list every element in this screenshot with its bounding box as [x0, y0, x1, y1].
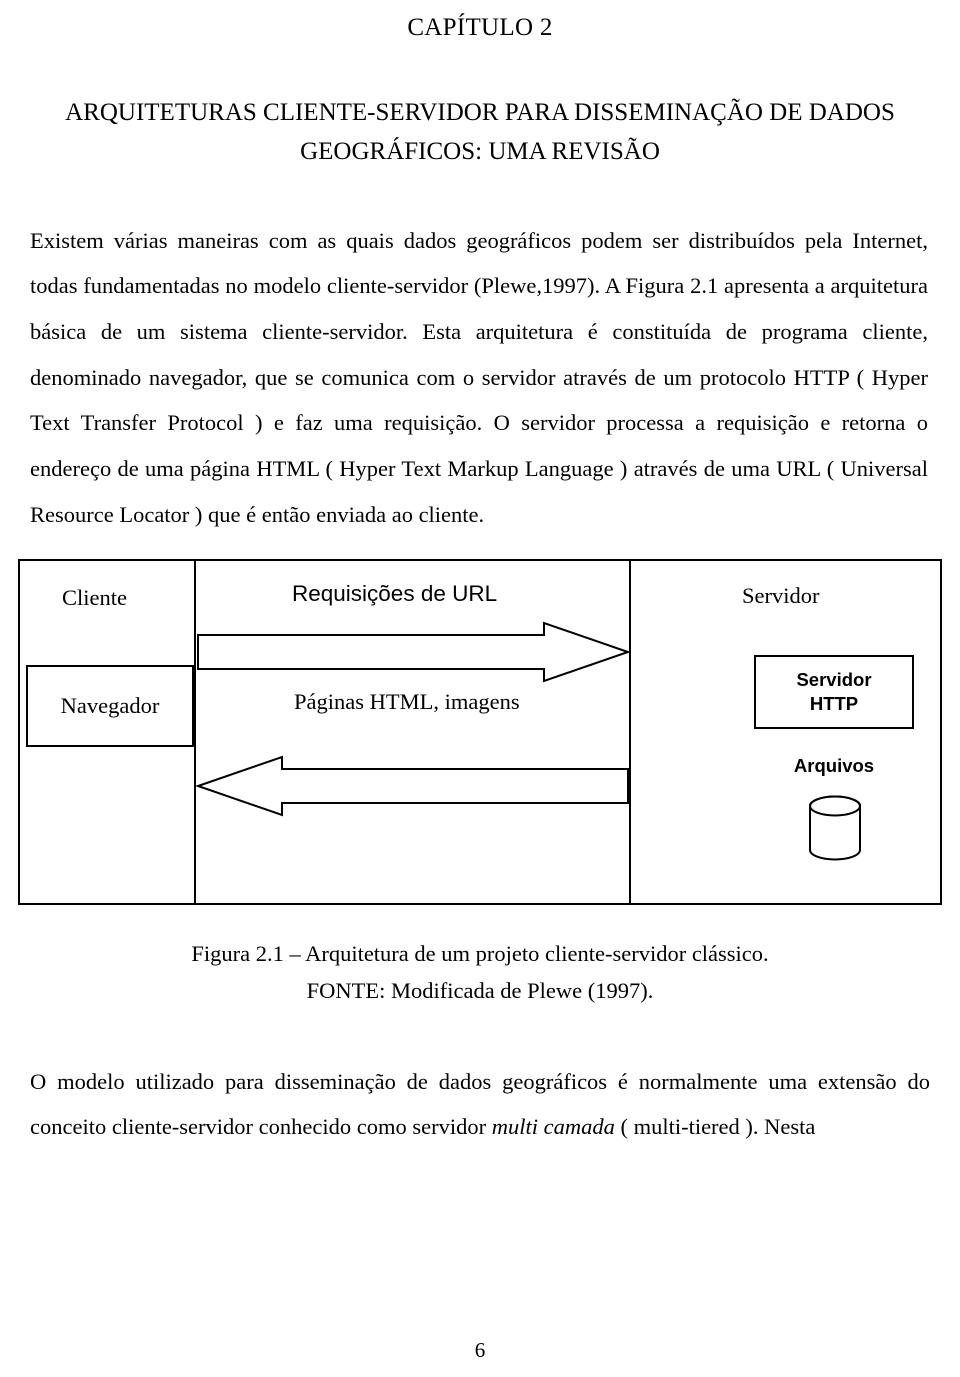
body-paragraph: Existem várias maneiras com as quais dad…: [30, 227, 928, 527]
tail-paragraph-part-2: ( multi-tiered ). Nesta: [614, 1114, 816, 1140]
body-paragraph-block: Existem várias maneiras com as quais dad…: [14, 218, 946, 538]
arrow-left-icon: [196, 755, 629, 817]
figure-request-label: Requisições de URL: [292, 581, 498, 607]
figure-server-divider: [629, 559, 631, 906]
figure-caption-line-1: Figura 2.1 – Arquitetura de um projeto c…: [191, 941, 769, 967]
chapter-title-line-1: ARQUITETURAS CLIENTE-SERVIDOR PARA DISSE…: [65, 99, 895, 126]
arrow-right-icon: [197, 621, 630, 683]
figure-client-label: Cliente: [62, 585, 127, 611]
page-number: 6: [474, 1338, 486, 1362]
figure-browser-box: Navegador: [26, 665, 194, 748]
figure-client-server-architecture: Cliente Servidor Navegador Servidor HTTP…: [18, 559, 942, 906]
tail-paragraph-italic: multi camada: [491, 1114, 615, 1140]
figure-http-server-line-2: HTTP: [809, 693, 859, 715]
figure-response-label: Páginas HTML, imagens: [294, 689, 520, 715]
figure-files-label: Arquivos: [793, 755, 875, 777]
figure-http-server-line-1: Servidor: [796, 669, 872, 691]
tail-paragraph-block: O modelo utilizado para disseminação de …: [14, 1059, 946, 1149]
database-cylinder-icon: [809, 795, 861, 861]
tail-paragraph: O modelo utilizado para disseminação de …: [30, 1059, 930, 1149]
figure-http-server-box: Servidor HTTP: [754, 655, 914, 730]
figure-client-divider: [194, 559, 196, 906]
figure-caption: Figura 2.1 – Arquitetura de um projeto c…: [14, 935, 946, 1009]
figure-server-label: Servidor: [742, 583, 820, 609]
chapter-title-line-2: GEOGRÁFICOS: UMA REVISÃO: [300, 137, 660, 165]
chapter-label: CAPÍTULO 2: [407, 14, 553, 41]
page-title: ARQUITETURAS CLIENTE-SERVIDOR PARA DISSE…: [14, 94, 946, 172]
figure-browser-label: Navegador: [60, 693, 160, 719]
document-page: CAPÍTULO 2 ARQUITETURAS CLIENTE-SERVIDOR…: [0, 14, 960, 1377]
figure-caption-line-2: FONTE: Modificada de Plewe (1997).: [306, 978, 654, 1004]
